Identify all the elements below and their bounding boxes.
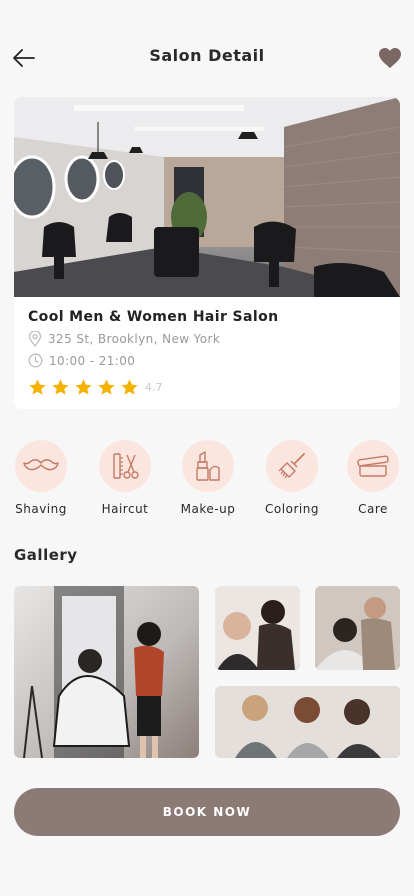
service-label: Make-up [180,502,236,516]
rating: 4.7 [28,378,163,397]
heart-icon [379,48,401,68]
star-icon [98,379,115,395]
gallery-image[interactable] [215,686,400,758]
service-coloring[interactable]: Coloring [252,440,332,516]
service-label: Shaving [15,502,67,516]
lipstick-icon [196,451,220,481]
cream-jar-icon [357,455,389,477]
gallery-image[interactable] [14,586,199,758]
service-makeup[interactable]: Make-up [168,440,248,516]
salon-hours-row: 10:00 - 21:00 [28,353,135,368]
star-icon [121,379,138,395]
scissors-comb-icon [113,453,139,479]
star-icon [29,379,46,395]
service-haircut[interactable]: Haircut [85,440,165,516]
rating-value: 4.7 [145,381,163,394]
book-now-button[interactable]: BOOK NOW [14,788,400,836]
page-title: Salon Detail [149,46,265,65]
salon-hours: 10:00 - 21:00 [49,353,136,368]
location-pin-icon [28,331,42,347]
mustache-icon [23,459,59,471]
gallery-image[interactable] [315,586,400,670]
service-label: Care [358,502,388,516]
salon-address: 325 St, Brooklyn, New York [48,332,221,346]
clock-icon [28,353,43,368]
services-row: Shaving Haircut Make-up Coloring Care [0,440,414,520]
gallery-image[interactable] [215,586,300,670]
star-icon [75,379,92,395]
service-label: Haircut [101,502,149,516]
salon-card[interactable]: Cool Men & Women Hair Salon 325 St, Broo… [14,97,400,409]
gallery-title: Gallery [14,546,78,564]
brush-icon [278,453,305,479]
salon-address-row: 325 St, Brooklyn, New York [28,331,220,347]
service-label: Coloring [265,502,319,516]
salon-hero-image [14,97,400,297]
header: Salon Detail [0,40,414,76]
favorite-button[interactable] [376,44,404,72]
star-icon [52,379,69,395]
service-care[interactable]: Care [333,440,413,516]
service-shaving[interactable]: Shaving [1,440,81,516]
salon-name: Cool Men & Women Hair Salon [28,309,279,325]
